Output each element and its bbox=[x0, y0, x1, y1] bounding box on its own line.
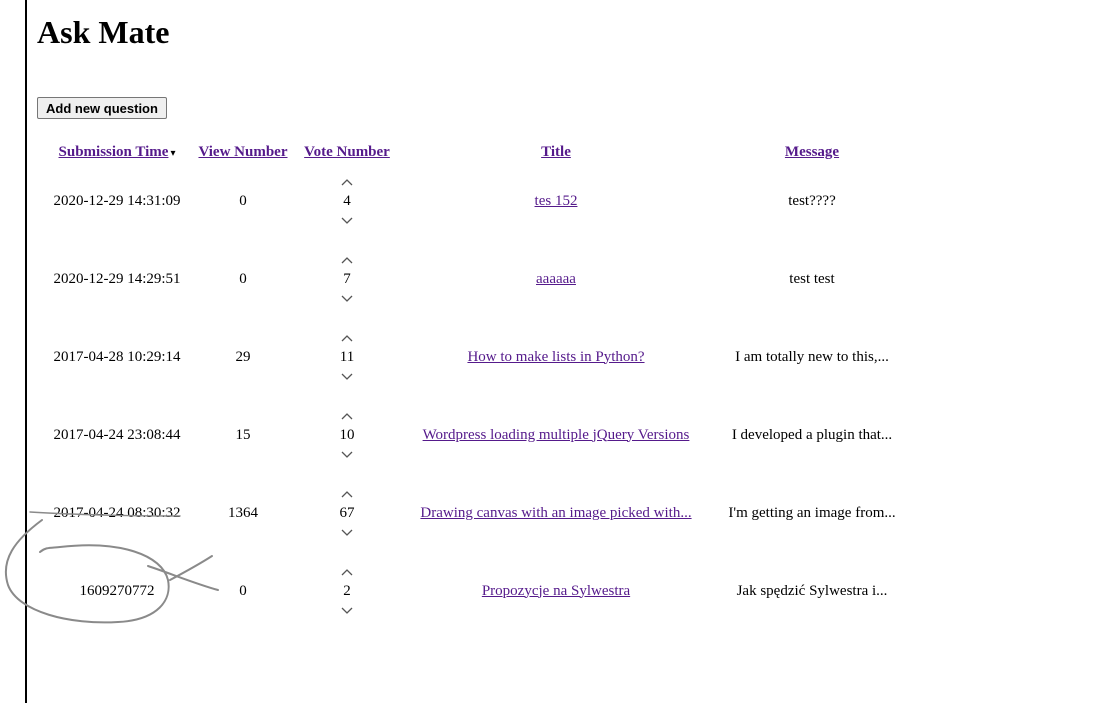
question-title-link[interactable]: Drawing canvas with an image picked with… bbox=[420, 505, 691, 521]
chevron-down-icon[interactable] bbox=[340, 525, 354, 539]
title-cell: tes 152 bbox=[399, 162, 713, 240]
sort-message-link[interactable]: Message bbox=[785, 144, 839, 160]
view-count: 0 bbox=[239, 582, 247, 599]
vote-count: 7 bbox=[343, 270, 351, 287]
vote-count: 11 bbox=[339, 348, 355, 365]
vote-cell: 10 bbox=[295, 396, 399, 474]
view-count: 29 bbox=[235, 348, 251, 365]
submission-time: 2017-04-24 23:08:44 bbox=[53, 426, 181, 443]
sort-submission-time-link[interactable]: Submission Time bbox=[59, 144, 169, 160]
vote-count: 4 bbox=[343, 192, 351, 209]
title-cell: How to make lists in Python? bbox=[399, 318, 713, 396]
vote-cell: 2 bbox=[295, 552, 399, 630]
vote-cell: 7 bbox=[295, 240, 399, 318]
chevron-up-icon[interactable] bbox=[340, 176, 354, 190]
question-message: I'm getting an image from... bbox=[728, 504, 896, 521]
questions-table: Submission Time ▾ View Number Vote Number… bbox=[43, 143, 911, 630]
chevron-up-icon[interactable] bbox=[340, 410, 354, 424]
submission-time: 1609270772 bbox=[79, 582, 155, 599]
chevron-up-icon[interactable] bbox=[340, 488, 354, 502]
question-message: Jak spędzić Sylwestra i... bbox=[736, 582, 888, 599]
vote-cell: 67 bbox=[295, 474, 399, 552]
vote-count: 67 bbox=[339, 504, 355, 521]
title-cell: Wordpress loading multiple jQuery Versio… bbox=[399, 396, 713, 474]
submission-time: 2017-04-24 08:30:32 bbox=[53, 504, 181, 521]
table-row: 2020-12-29 14:31:09 0 4 tes 152 test???? bbox=[43, 162, 911, 240]
header-vote-number: Vote Number bbox=[295, 143, 399, 162]
submission-time: 2020-12-29 14:31:09 bbox=[53, 192, 181, 209]
question-message: test???? bbox=[788, 192, 836, 209]
view-count: 0 bbox=[239, 270, 247, 287]
chevron-down-icon[interactable] bbox=[340, 603, 354, 617]
sort-title-link[interactable]: Title bbox=[541, 144, 571, 160]
table-row: 1609270772 0 2 Propozycje na Sylwestra Jak s… bbox=[43, 552, 911, 630]
questions-table-body: 2020-12-29 14:31:09 0 4 tes 152 test???? 2020… bbox=[43, 162, 911, 630]
vote-controls: 10 bbox=[297, 410, 397, 461]
table-header-row: Submission Time ▾ View Number Vote Number… bbox=[43, 143, 911, 162]
view-count: 0 bbox=[239, 192, 247, 209]
question-title-link[interactable]: aaaaaa bbox=[536, 271, 576, 287]
question-message: I developed a plugin that... bbox=[731, 426, 893, 443]
vote-cell: 4 bbox=[295, 162, 399, 240]
page-title: Ask Mate bbox=[37, 14, 170, 50]
header-message: Message bbox=[713, 143, 911, 162]
sort-vote-number-link[interactable]: Vote Number bbox=[304, 144, 390, 160]
sort-descending-icon[interactable]: ▾ bbox=[170, 148, 175, 159]
vote-controls: 11 bbox=[297, 332, 397, 383]
title-cell: Propozycje na Sylwestra bbox=[399, 552, 713, 630]
table-row: 2017-04-24 23:08:44 15 10 Wordpress loading… bbox=[43, 396, 911, 474]
vote-controls: 4 bbox=[297, 176, 397, 227]
view-count: 1364 bbox=[228, 504, 258, 521]
vote-controls: 67 bbox=[297, 488, 397, 539]
vote-count: 2 bbox=[343, 582, 351, 599]
submission-time: 2017-04-28 10:29:14 bbox=[53, 348, 181, 365]
title-cell: aaaaaa bbox=[399, 240, 713, 318]
chevron-down-icon[interactable] bbox=[340, 369, 354, 383]
chevron-down-icon[interactable] bbox=[340, 447, 354, 461]
question-title-link[interactable]: Wordpress loading multiple jQuery Versio… bbox=[423, 427, 690, 443]
page-left-border bbox=[25, 0, 27, 703]
title-cell: Drawing canvas with an image picked with… bbox=[399, 474, 713, 552]
question-title-link[interactable]: How to make lists in Python? bbox=[467, 349, 644, 365]
header-title: Title bbox=[399, 143, 713, 162]
sort-view-number-link[interactable]: View Number bbox=[198, 144, 287, 160]
question-message: test test bbox=[789, 270, 835, 287]
table-row: 2020-12-29 14:29:51 0 7 aaaaaa test test bbox=[43, 240, 911, 318]
vote-controls: 2 bbox=[297, 566, 397, 617]
chevron-down-icon[interactable] bbox=[340, 213, 354, 227]
submission-time: 2020-12-29 14:29:51 bbox=[53, 270, 181, 287]
vote-count: 10 bbox=[339, 426, 355, 443]
question-title-link[interactable]: tes 152 bbox=[535, 193, 578, 209]
header-view-number: View Number bbox=[191, 143, 295, 162]
view-count: 15 bbox=[235, 426, 251, 443]
chevron-up-icon[interactable] bbox=[340, 254, 354, 268]
add-question-button[interactable]: Add new question bbox=[37, 97, 167, 119]
header-submission-time: Submission Time ▾ bbox=[43, 143, 191, 162]
chevron-down-icon[interactable] bbox=[340, 291, 354, 305]
question-title-link[interactable]: Propozycje na Sylwestra bbox=[482, 583, 630, 599]
table-row: 2017-04-24 08:30:32 1364 67 Drawing canvas … bbox=[43, 474, 911, 552]
vote-cell: 11 bbox=[295, 318, 399, 396]
chevron-up-icon[interactable] bbox=[340, 332, 354, 346]
table-row: 2017-04-28 10:29:14 29 11 How to make lists… bbox=[43, 318, 911, 396]
chevron-up-icon[interactable] bbox=[340, 566, 354, 580]
vote-controls: 7 bbox=[297, 254, 397, 305]
question-message: I am totally new to this,... bbox=[735, 348, 889, 365]
